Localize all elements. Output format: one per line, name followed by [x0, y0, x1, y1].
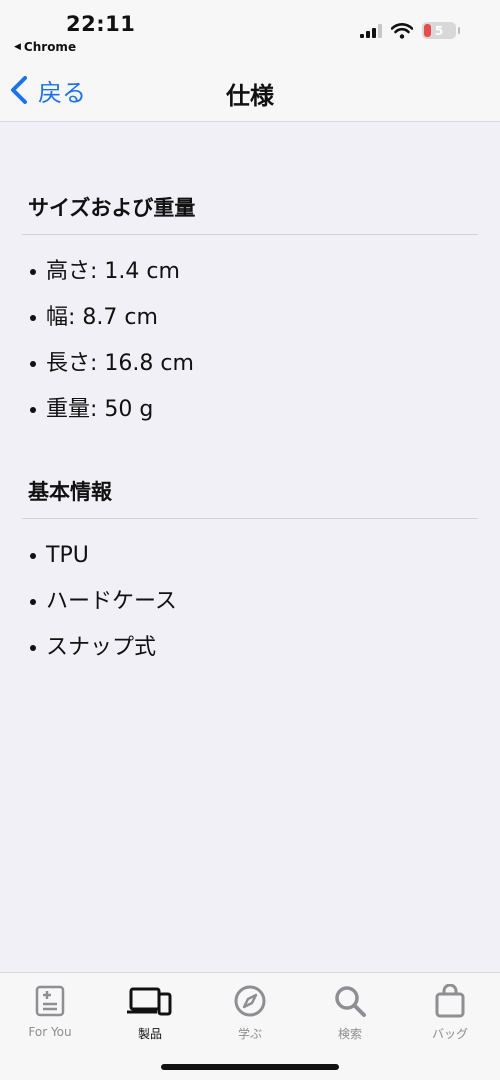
for-you-icon — [0, 981, 100, 1021]
page-title: 仕様 — [226, 82, 274, 110]
list-item: ハードケース — [30, 579, 478, 625]
home-indicator[interactable] — [161, 1064, 339, 1070]
section-title: サイズおよび重量 — [22, 192, 478, 235]
tab-learn[interactable]: 学ぶ — [200, 981, 300, 1042]
section-size-weight: サイズおよび重量 高さ: 1.4 cm 幅: 8.7 cm 長さ: 16.8 c… — [22, 192, 478, 433]
battery-level: 5 — [434, 23, 444, 38]
tab-for-you[interactable]: For You — [0, 981, 100, 1039]
devices-icon — [100, 981, 200, 1021]
navigation-bar: 戻る 仕様 — [0, 62, 500, 122]
tab-bag[interactable]: バッグ — [400, 981, 500, 1042]
wifi-icon — [391, 22, 413, 39]
status-bar: 22:11 ◀ Chrome 5 — [0, 0, 500, 62]
search-icon — [300, 981, 400, 1021]
tab-bar: For You 製品 学ぶ 検索 バッグ — [0, 972, 500, 1080]
list-item: 長さ: 16.8 cm — [30, 341, 478, 387]
tab-search[interactable]: 検索 — [300, 981, 400, 1042]
back-to-app-link[interactable]: ◀ Chrome — [14, 40, 76, 54]
tab-label: 学ぶ — [237, 1027, 262, 1041]
bag-icon — [400, 981, 500, 1021]
tab-label: 製品 — [137, 1027, 162, 1041]
battery-icon: 5 — [422, 22, 460, 39]
back-triangle-icon: ◀ — [14, 42, 21, 52]
section-title: 基本情報 — [22, 476, 478, 519]
section-basic-info: 基本情報 TPU ハードケース スナップ式 — [22, 476, 478, 671]
list-item: スナップ式 — [30, 625, 478, 671]
tab-label: For You — [28, 1025, 72, 1039]
signal-icon — [360, 23, 382, 38]
tab-products[interactable]: 製品 — [100, 981, 200, 1042]
tab-label: バッグ — [431, 1027, 468, 1041]
compass-icon — [200, 981, 300, 1021]
tab-label: 検索 — [337, 1027, 362, 1041]
spec-content: サイズおよび重量 高さ: 1.4 cm 幅: 8.7 cm 長さ: 16.8 c… — [0, 122, 500, 972]
spec-list: 高さ: 1.4 cm 幅: 8.7 cm 長さ: 16.8 cm 重量: 50 … — [22, 249, 478, 433]
list-item: 重量: 50 g — [30, 387, 478, 433]
list-item: TPU — [30, 533, 478, 579]
status-time: 22:11 — [66, 12, 136, 36]
spec-list: TPU ハードケース スナップ式 — [22, 533, 478, 671]
list-item: 高さ: 1.4 cm — [30, 249, 478, 295]
list-item: 幅: 8.7 cm — [30, 295, 478, 341]
back-app-label: Chrome — [23, 40, 77, 54]
status-icons: 5 — [360, 22, 460, 39]
